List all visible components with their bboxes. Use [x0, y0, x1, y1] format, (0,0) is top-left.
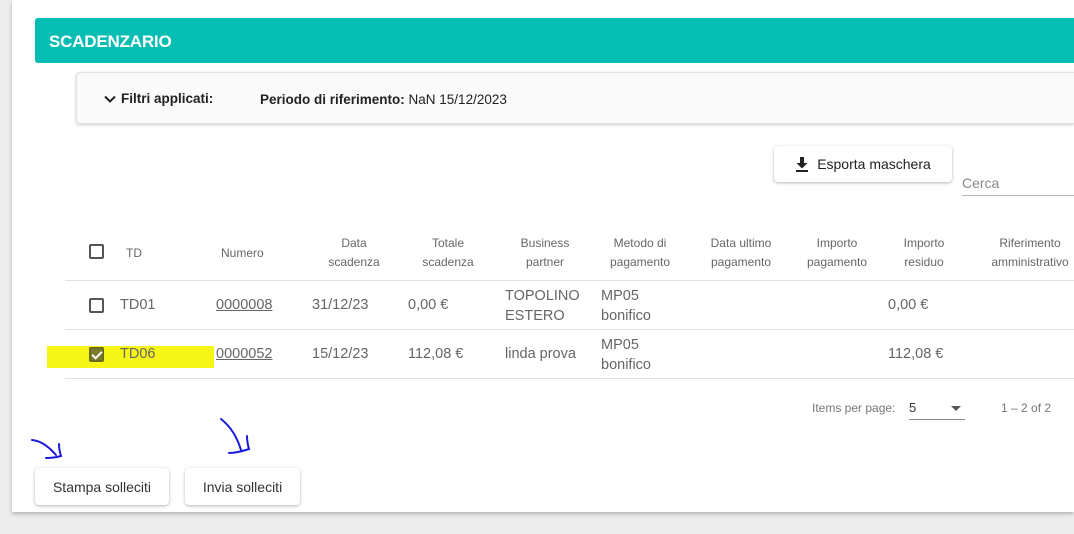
header-totale-scadenza[interactable]: Totale scadenza: [418, 234, 478, 272]
table-header: TD Numero Data scadenza Totale scadenza …: [65, 224, 1074, 281]
header-line: Riferimento: [999, 236, 1061, 250]
select-all-checkbox[interactable]: [89, 244, 104, 259]
header-line: scadenza: [422, 255, 474, 269]
header-line: Metodo di: [613, 236, 667, 250]
header-line: Data: [341, 236, 367, 250]
header-numero[interactable]: Numero: [221, 244, 264, 263]
cell-line: bonifico: [601, 357, 651, 373]
cell-line: MP05: [601, 337, 639, 353]
filter-period: Periodo di riferimento: NaN 15/12/2023: [260, 92, 507, 107]
header-line: residuo: [904, 255, 944, 269]
export-button-label: Esporta maschera: [817, 156, 931, 172]
cell-partner: TOPOLINO ESTERO: [505, 286, 580, 326]
header-line: Data ultimo: [710, 236, 772, 250]
chevron-down-icon: [104, 95, 116, 103]
cell-line: bonifico: [601, 308, 651, 324]
data-table: TD Numero Data scadenza Totale scadenza …: [65, 224, 1074, 379]
filter-panel: Filtri applicati: Periodo di riferimento…: [76, 72, 1074, 124]
header-data-ultimo-pagamento[interactable]: Data ultimo pagamento: [701, 234, 781, 272]
cell-td: TD01: [120, 297, 156, 313]
cell-data-scadenza: 15/12/23: [312, 346, 369, 362]
page-range-label: 1 – 2 of 2: [1001, 401, 1052, 415]
header-td[interactable]: TD: [126, 244, 142, 263]
filter-toggle[interactable]: Filtri applicati:: [103, 91, 213, 106]
download-icon: [796, 157, 809, 172]
header-importo-residuo[interactable]: Importo residuo: [894, 234, 954, 272]
row-checkbox[interactable]: [89, 347, 104, 362]
search-input[interactable]: [962, 170, 1074, 196]
header-line: Importo: [903, 236, 945, 250]
header-line: pagamento: [609, 255, 671, 269]
dropdown-arrow-icon: [951, 406, 961, 411]
header-importo-pagamento[interactable]: Importo pagamento: [802, 234, 872, 272]
cell-line: ESTERO: [505, 308, 565, 324]
cell-numero-link[interactable]: 0000052: [216, 344, 272, 364]
page-size-value: 5: [909, 400, 917, 415]
invia-solleciti-label: Invia solleciti: [202, 478, 283, 495]
header-line: Business: [520, 236, 570, 250]
filter-period-value: NaN 15/12/2023: [408, 92, 507, 107]
header-line: pagamento: [806, 255, 868, 269]
page-header: SCADENZARIO: [35, 18, 1074, 63]
cell-residuo: 0,00 €: [888, 297, 929, 313]
page-size-select[interactable]: 5: [909, 398, 965, 420]
main-panel: SCADENZARIO Filtri applicati: Periodo di…: [12, 0, 1074, 512]
header-line: Totale: [431, 236, 465, 250]
filter-toggle-label: Filtri applicati:: [121, 91, 214, 106]
header-riferimento-amministrativo[interactable]: Riferimento amministrativo: [985, 234, 1074, 272]
header-metodo-pagamento[interactable]: Metodo di pagamento: [605, 234, 675, 272]
cell-line: MP05: [601, 288, 639, 304]
cell-metodo: MP05 bonifico: [601, 286, 651, 326]
header-line: pagamento: [710, 255, 772, 269]
filter-period-label: Periodo di riferimento:: [260, 92, 405, 107]
items-per-page-label: Items per page:: [812, 401, 896, 415]
annotation-arrow-icon: [31, 439, 63, 459]
cell-metodo: MP05 bonifico: [601, 335, 651, 375]
row-checkbox[interactable]: [89, 298, 104, 313]
header-line: Importo: [816, 236, 858, 250]
stampa-solleciti-button[interactable]: Stampa solleciti: [35, 468, 169, 505]
header-line: scadenza: [328, 255, 380, 269]
cell-residuo: 112,08 €: [888, 346, 944, 362]
table-row[interactable]: TD06 0000052 15/12/23 112,08 € linda pro…: [65, 330, 1074, 379]
annotation-arrow-icon: [220, 418, 251, 454]
header-line: amministrativo: [991, 255, 1069, 269]
header-data-scadenza[interactable]: Data scadenza: [324, 234, 384, 272]
cell-line: TOPOLINO: [505, 288, 580, 304]
export-button[interactable]: Esporta maschera: [774, 146, 952, 182]
cell-td: TD06: [120, 346, 156, 362]
header-business-partner[interactable]: Business partner: [515, 234, 575, 272]
invia-solleciti-button[interactable]: Invia solleciti: [185, 468, 300, 505]
cell-totale: 0,00 €: [408, 297, 449, 313]
cell-partner: linda prova: [505, 346, 576, 362]
page-title: SCADENZARIO: [49, 32, 172, 51]
header-line: partner: [525, 255, 565, 269]
cell-totale: 112,08 €: [408, 346, 464, 362]
table-row[interactable]: TD01 0000008 31/12/23 0,00 € TOPOLINO ES…: [65, 281, 1074, 330]
cell-data-scadenza: 31/12/23: [312, 297, 369, 313]
cell-numero-link[interactable]: 0000008: [216, 295, 272, 315]
stampa-solleciti-label: Stampa solleciti: [52, 478, 152, 495]
